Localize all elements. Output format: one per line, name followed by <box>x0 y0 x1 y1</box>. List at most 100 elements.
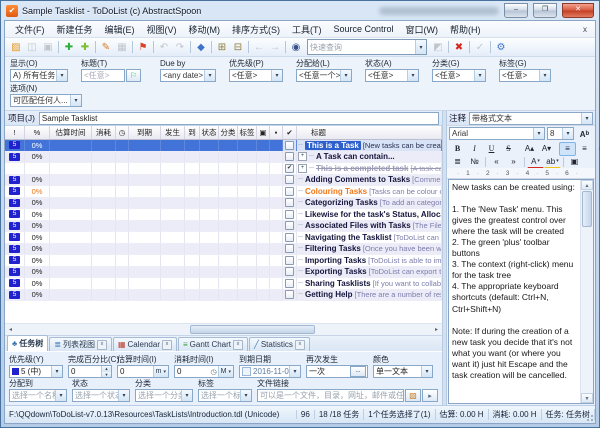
time-unit-button[interactable]: m▾ <box>153 366 168 377</box>
scroll-up-icon[interactable]: ▲ <box>581 180 593 190</box>
task-checkbox[interactable] <box>285 279 294 288</box>
filter-combo-3[interactable]: <任意>▾ <box>229 69 283 82</box>
bullet-list-icon[interactable]: ≣ <box>449 155 466 169</box>
task-checkbox[interactable] <box>285 290 294 299</box>
spent-input[interactable]: 0 ◷ M▾ <box>174 365 234 378</box>
task-row[interactable]: 50%─Exporting Tasks[ToDoList can export … <box>5 267 442 279</box>
column-header-10[interactable]: 标签 <box>238 126 257 139</box>
task-row[interactable]: 50%─Adding Comments to Tasks[Comments ar… <box>5 175 442 187</box>
comments-format-combo[interactable]: 带格式文本 ▾ <box>469 112 593 125</box>
vertical-scrollbar[interactable]: ▲ ▼ <box>580 180 593 403</box>
project-input[interactable] <box>39 112 439 125</box>
column-header-7[interactable]: 到 <box>185 126 200 139</box>
forward-icon[interactable]: → <box>267 40 283 55</box>
expand-icon[interactable]: + <box>298 164 307 173</box>
align-left-icon[interactable]: ≡ <box>559 142 576 156</box>
filter-combo-7[interactable]: <任意>▾ <box>499 69 551 82</box>
view-tab-2[interactable]: ▦Calendarx <box>113 337 177 351</box>
task-row[interactable]: 50%─Importing Tasks[ToDoList is able to … <box>5 255 442 267</box>
spellcheck-icon[interactable]: ✓ <box>472 40 488 55</box>
menu-item-7[interactable]: Source Control <box>328 24 400 34</box>
task-checkbox[interactable] <box>285 198 294 207</box>
column-header-1[interactable]: % <box>25 126 50 139</box>
menu-item-2[interactable]: 编辑(E) <box>99 23 141 36</box>
find-tasks-icon[interactable]: ◉ <box>288 40 304 55</box>
font-dialog-icon[interactable]: Ab <box>576 127 593 141</box>
task-checkbox[interactable] <box>285 256 294 265</box>
task-checkbox[interactable] <box>285 187 294 196</box>
column-header-checkbox-icon[interactable]: ✔ <box>283 126 297 139</box>
column-header-image-icon[interactable]: ▣ <box>257 126 270 139</box>
filter-options-combo[interactable]: 可匹配任何人... ▾ <box>10 94 82 107</box>
column-header-2[interactable]: 估算时间 <box>50 126 92 139</box>
align-center-icon[interactable]: ≡ <box>576 142 593 156</box>
quick-search-box[interactable]: ▾ <box>307 39 427 55</box>
title-filter-input[interactable] <box>81 69 125 82</box>
underline-icon[interactable]: U <box>483 142 500 156</box>
menu-item-1[interactable]: 新建任务 <box>51 23 99 36</box>
column-header-6[interactable]: 发生 <box>161 126 185 139</box>
menu-close-icon[interactable]: x <box>579 25 591 34</box>
estimate-input[interactable]: 0 m▾ <box>117 365 169 378</box>
scroll-thumb[interactable] <box>582 191 592 227</box>
font-family-combo[interactable]: Arial ▾ <box>449 127 545 140</box>
horizontal-scrollbar[interactable]: ◂ ▸ <box>5 323 442 335</box>
tab-close-icon[interactable]: x <box>233 340 243 350</box>
scroll-down-icon[interactable]: ▼ <box>581 393 593 403</box>
task-checkbox[interactable] <box>285 244 294 253</box>
maximize-view-icon[interactable]: ◆ <box>193 40 209 55</box>
save-all-icon[interactable]: ▣ <box>40 40 56 55</box>
spinner[interactable]: ▲▼ <box>101 366 111 377</box>
filter-combo-0[interactable]: A) 所有任务▾ <box>10 69 68 82</box>
view-tab-3[interactable]: ≡Gantt Chartx <box>178 337 248 351</box>
italic-icon[interactable]: I <box>466 142 483 156</box>
chevron-down-icon[interactable]: ▾ <box>415 40 426 54</box>
save-icon[interactable]: ◫ <box>24 40 40 55</box>
scroll-right-icon[interactable]: ▸ <box>431 326 442 333</box>
column-header-lock-icon[interactable]: ▪ <box>270 126 283 139</box>
filter-combo-2[interactable]: <any date>▾ <box>160 69 216 82</box>
highlight-color-icon[interactable]: ab▾ <box>544 154 561 169</box>
file-link-input[interactable]: 可以是一个文件，目录，网址，邮件或任务树 <box>257 389 404 402</box>
quick-search-input[interactable] <box>308 43 415 52</box>
allocate-to-combo[interactable]: 选择一个名称 ▾ <box>9 389 67 402</box>
task-row[interactable]: 50%─Associated Files with Tasks[The File… <box>5 221 442 233</box>
task-row[interactable]: ✔+─This is a completed task[A task can b… <box>5 163 442 175</box>
delete-task-icon[interactable]: ✖ <box>451 40 467 55</box>
close-button[interactable]: ✕ <box>562 3 594 18</box>
minimize-button[interactable]: – <box>504 3 528 18</box>
task-row[interactable]: 50%+─A Task can contain... <box>5 152 442 164</box>
font-size-combo[interactable]: 8 ▾ <box>547 127 574 140</box>
outdent-icon[interactable]: « <box>488 155 505 169</box>
filter-combo-4[interactable]: <任意一个>▾ <box>296 69 352 82</box>
task-checkbox[interactable] <box>285 221 294 230</box>
menu-item-8[interactable]: 窗口(W) <box>400 23 445 36</box>
redo-icon[interactable]: ↷ <box>172 40 188 55</box>
priority-combo[interactable]: 5 (中) ▾ <box>9 365 63 378</box>
task-row[interactable]: 50%─Navigating the Tasklist[ToDoList can… <box>5 232 442 244</box>
scroll-thumb[interactable] <box>190 325 315 334</box>
open-link-icon[interactable]: ▸ <box>422 389 438 402</box>
view-tab-1[interactable]: ≣列表视图x <box>49 337 112 351</box>
font-color-icon[interactable]: A▾ <box>527 154 544 169</box>
menu-item-4[interactable]: 移动(M) <box>183 23 227 36</box>
open-tasklist-icon[interactable]: ▨ <box>8 40 24 55</box>
attachment-icon[interactable]: ▦ <box>114 40 130 55</box>
task-row[interactable]: 50%─Filtering Tasks[Once you have been w… <box>5 244 442 256</box>
color-combo[interactable]: 单一文本 ▾ <box>373 365 433 378</box>
task-checkbox[interactable] <box>285 210 294 219</box>
column-header-8[interactable]: 状态 <box>200 126 219 139</box>
edit-task-icon[interactable]: ✎ <box>98 40 114 55</box>
numbered-list-icon[interactable]: № <box>466 155 483 169</box>
browse-folder-icon[interactable]: ▨ <box>405 389 421 402</box>
tab-close-icon[interactable]: x <box>162 340 172 350</box>
recurrence-field[interactable]: 一次 ... <box>306 365 368 378</box>
indent-icon[interactable]: » <box>505 155 522 169</box>
expand-icon[interactable]: + <box>298 152 307 161</box>
filter-combo-5[interactable]: <任意>▾ <box>365 69 419 82</box>
recurrence-options-button[interactable]: ... <box>350 366 366 377</box>
preferences-icon[interactable]: ⚙ <box>493 40 509 55</box>
tags-combo[interactable]: 选择一个标签 ▾ <box>198 389 252 402</box>
task-row[interactable]: 50%─Colouring Tasks[Tasks can be colour … <box>5 186 442 198</box>
scroll-left-icon[interactable]: ◂ <box>5 326 16 333</box>
